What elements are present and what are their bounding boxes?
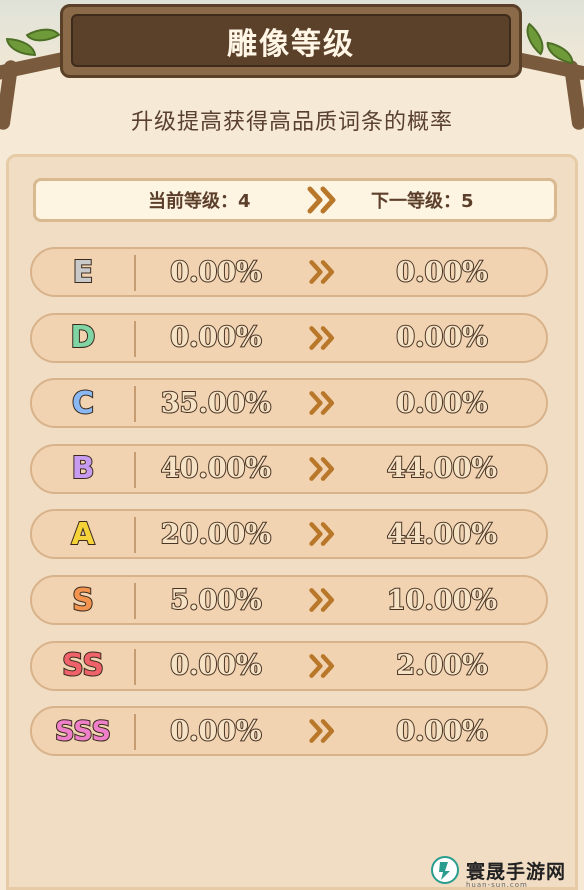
- grade-row-c: C 35.00% 0.00%: [30, 378, 548, 429]
- grade-row-b: B 40.00% 44.00%: [30, 443, 548, 494]
- grade-badge: A: [70, 516, 95, 553]
- next-probability: 0.00%: [395, 321, 488, 354]
- next-probability: 44.00%: [386, 518, 498, 551]
- next-probability: 0.00%: [395, 387, 488, 420]
- grade-row-d: D 0.00% 0.00%: [30, 312, 548, 363]
- title-board: 雕像等级: [60, 4, 522, 78]
- grade-row-s: S 5.00% 10.00%: [30, 575, 548, 625]
- next-probability: 2.00%: [395, 649, 488, 682]
- watermark-url: huan-sun.com: [466, 881, 528, 889]
- grade-badge: SS: [61, 647, 105, 684]
- double-chevron-right-icon: [308, 586, 338, 618]
- subtitle: 升级提高获得高品质词条的概率: [130, 110, 453, 135]
- grade-badge: C: [71, 385, 95, 422]
- current-probability: 40.00%: [160, 452, 272, 485]
- current-probability: 20.00%: [160, 518, 272, 551]
- grade-badge: E: [72, 254, 95, 291]
- grade-badge: D: [70, 319, 97, 356]
- watermark-logo-icon: [431, 856, 459, 884]
- next-probability: 0.00%: [395, 715, 488, 748]
- title-board-inner: 雕像等级: [71, 14, 511, 67]
- double-chevron-right-icon: [308, 520, 338, 552]
- grade-row-a: A 20.00% 44.00%: [30, 509, 548, 560]
- next-probability: 44.00%: [386, 452, 498, 485]
- grade-badge: B: [71, 450, 96, 487]
- page-title: 雕像等级: [227, 26, 355, 62]
- watermark: 寰晟手游网 huan-sun.com: [430, 852, 582, 889]
- next-level-label: 下一等级：5: [371, 191, 474, 212]
- double-chevron-right-icon: [308, 652, 338, 684]
- double-chevron-right-icon: [308, 324, 338, 356]
- current-level-label: 当前等级：4: [148, 191, 251, 212]
- double-chevron-right-icon: [308, 717, 338, 749]
- grade-row-e: E 0.00% 0.00%: [30, 247, 548, 297]
- grade-badge: SSS: [54, 715, 112, 748]
- level-bar: 当前等级：4 下一等级：5: [33, 178, 557, 222]
- double-chevron-right-icon: [308, 389, 338, 421]
- watermark-name: 寰晟手游网: [466, 860, 567, 883]
- current-probability: 0.00%: [169, 321, 262, 354]
- grade-row-sss: SSS 0.00% 0.00%: [30, 706, 548, 757]
- grade-row-ss: SS 0.00% 2.00%: [30, 640, 548, 691]
- current-probability: 5.00%: [169, 584, 262, 617]
- grade-badge: S: [71, 582, 95, 619]
- next-probability: 0.00%: [395, 256, 488, 289]
- double-chevron-right-icon: [308, 455, 338, 487]
- double-chevron-right-icon: [307, 186, 336, 214]
- double-chevron-right-icon: [308, 258, 338, 290]
- next-probability: 10.00%: [386, 584, 498, 617]
- current-probability: 0.00%: [169, 256, 262, 289]
- current-probability: 35.00%: [160, 387, 272, 420]
- current-probability: 0.00%: [169, 715, 262, 748]
- current-probability: 0.00%: [169, 649, 262, 682]
